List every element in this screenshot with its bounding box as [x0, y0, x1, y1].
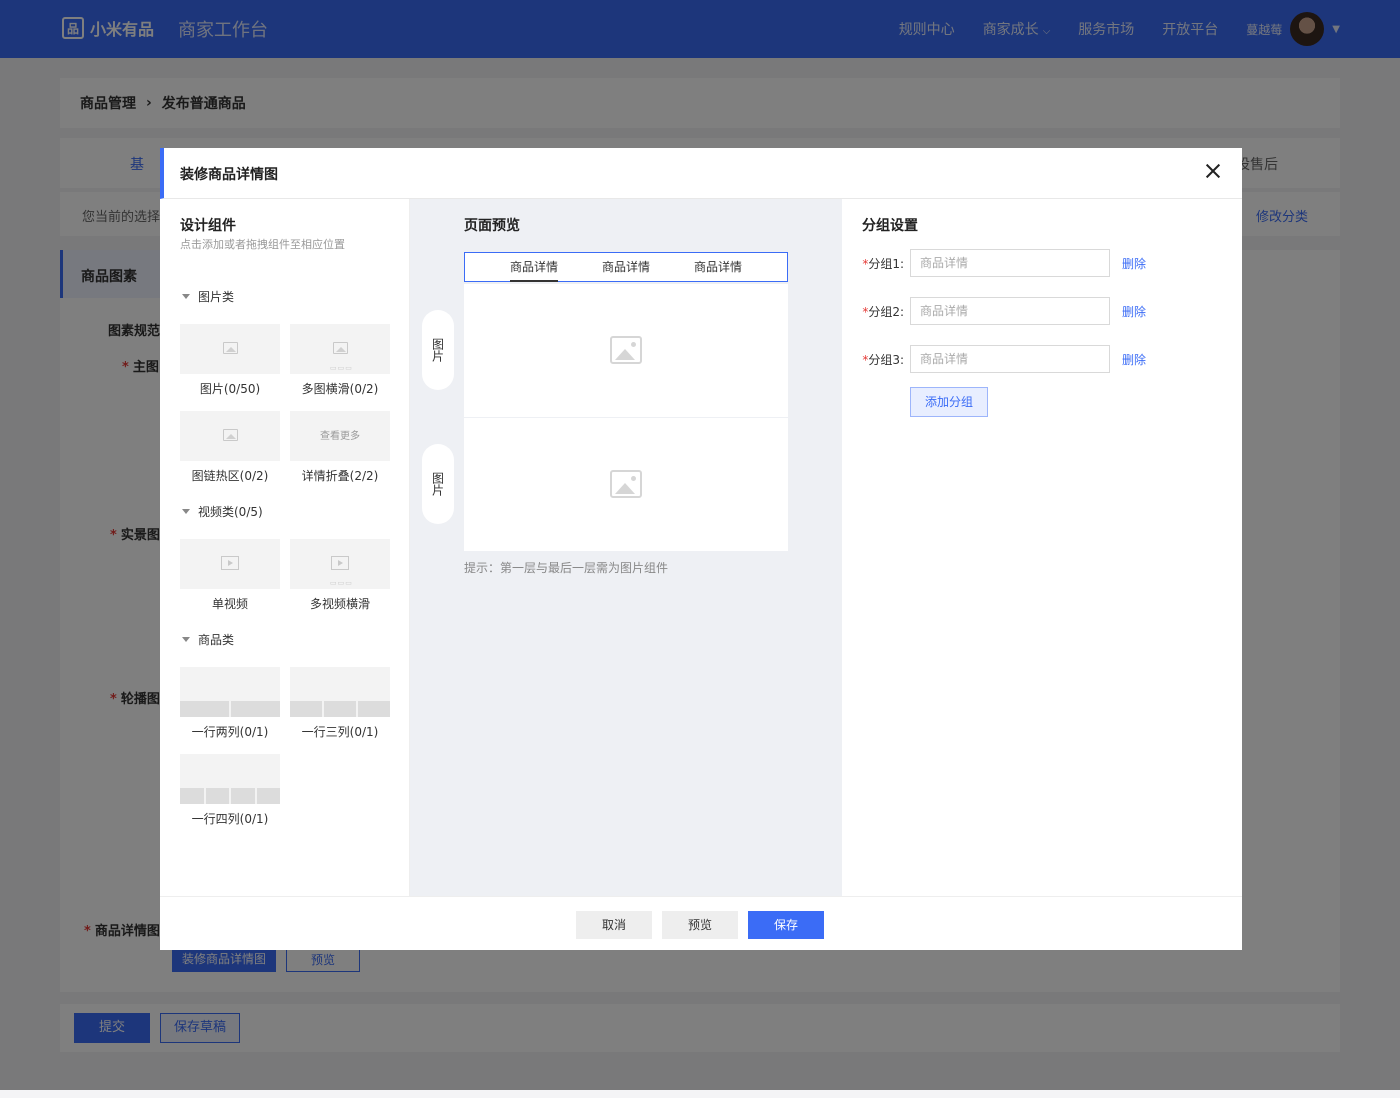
preview-title: 页面预览: [464, 218, 520, 234]
component-tile: [180, 411, 280, 461]
component-caption: 单视频: [211, 597, 248, 611]
component-tile: [180, 539, 280, 589]
component-caption: 一行三列(0/1): [301, 725, 379, 739]
component-caption: 一行两列(0/1): [191, 725, 269, 739]
column-grid: [180, 701, 280, 717]
group-image-label: 图片类: [198, 290, 235, 304]
column-grid: [290, 701, 390, 717]
group-label-text: 分组1:: [868, 256, 904, 271]
component-caption: 多视频横滑: [309, 597, 370, 611]
group-product[interactable]: 商品类: [182, 631, 234, 648]
component-image-hotspot[interactable]: 图链热区(0/2): [180, 411, 280, 484]
save-button[interactable]: 保存: [748, 911, 824, 939]
image-placeholder-icon: [610, 470, 642, 498]
component-tile: ▭▭▭: [290, 539, 390, 589]
component-four-columns[interactable]: 一行四列(0/1): [180, 754, 280, 827]
modal-footer: 取消 预览 保存: [160, 896, 1242, 950]
preview-image-block-1[interactable]: [464, 284, 788, 417]
bottom-strip: [0, 1090, 1400, 1098]
group-label: *分组3:: [860, 351, 904, 368]
delete-group-1-link[interactable]: 删除: [1122, 255, 1146, 272]
preview-button[interactable]: 预览: [662, 911, 738, 939]
preview-tab-1[interactable]: 商品详情: [509, 253, 558, 282]
preview-tab-2[interactable]: 商品详情: [602, 253, 650, 281]
cancel-button[interactable]: 取消: [576, 911, 652, 939]
view-more-text: 查看更多: [320, 431, 360, 442]
group-label: *分组1:: [860, 255, 904, 272]
pager-dots-icon: ▭▭▭: [330, 579, 353, 587]
image-icon: [223, 342, 238, 354]
modal-title: 装修商品详情图: [180, 167, 278, 183]
component-tile: [290, 667, 390, 717]
group-image[interactable]: 图片类: [182, 288, 234, 305]
modal-header: 装修商品详情图: [160, 148, 1242, 199]
add-group-button[interactable]: 添加分组: [910, 387, 988, 417]
component-single-video[interactable]: 单视频: [180, 539, 280, 612]
layer-pill-image-1[interactable]: 图片: [422, 310, 454, 390]
component-caption: 图片(0/50): [199, 382, 261, 396]
component-caption: 图链热区(0/2): [191, 469, 269, 483]
component-tile: ▭▭▭: [290, 324, 390, 374]
image-icon: [223, 429, 238, 441]
group-row-1: *分组1: 删除: [860, 249, 1146, 277]
preview-hint: 提示：第一层与最后一层需为图片组件: [464, 561, 669, 575]
component-caption: 多图横滑(0/2): [301, 382, 379, 396]
pager-dots-icon: ▭▭▭: [330, 364, 353, 372]
group-row-2: *分组2: 删除: [860, 297, 1146, 325]
footer-buttons: 取消 预览 保存: [576, 911, 824, 939]
component-detail-fold[interactable]: 查看更多 详情折叠(2/2): [290, 411, 390, 484]
group-label-text: 分组3:: [868, 352, 904, 367]
component-tile: [180, 667, 280, 717]
component-two-columns[interactable]: 一行两列(0/1): [180, 667, 280, 740]
group-label: *分组2:: [860, 303, 904, 320]
delete-group-2-link[interactable]: 删除: [1122, 303, 1146, 320]
group-product-label: 商品类: [198, 633, 235, 647]
video-icon: [331, 556, 349, 570]
component-multi-video-scroll[interactable]: ▭▭▭ 多视频横滑: [290, 539, 390, 612]
preview-panel: 页面预览 商品详情 商品详情 商品详情 图片 图片 提示：第一层与最后一层需为图…: [410, 199, 842, 896]
component-caption: 详情折叠(2/2): [301, 469, 379, 483]
preview-tabs: 商品详情 商品详情 商品详情: [464, 252, 788, 282]
group-name-input-3[interactable]: [910, 345, 1110, 373]
group-settings-title: 分组设置: [862, 218, 918, 234]
group-row-3: *分组3: 删除: [860, 345, 1146, 373]
group-name-input-1[interactable]: [910, 249, 1110, 277]
preview-image-block-2[interactable]: [464, 418, 788, 551]
components-title: 设计组件: [180, 218, 236, 234]
collapse-triangle-icon: [182, 509, 190, 514]
close-icon[interactable]: [1202, 160, 1224, 182]
components-subtitle: 点击添加或者拖拽组件至相应位置: [180, 238, 345, 251]
decorate-detail-modal: 装修商品详情图 设计组件 点击添加或者拖拽组件至相应位置 图片类 图片(0/50…: [160, 148, 1242, 950]
component-tile: [180, 324, 280, 374]
component-tile: 查看更多: [290, 411, 390, 461]
component-image[interactable]: 图片(0/50): [180, 324, 280, 397]
collapse-triangle-icon: [182, 294, 190, 299]
layer-pill-image-2[interactable]: 图片: [422, 444, 454, 524]
group-settings-panel: 分组设置 *分组1: 删除 *分组2: 删除 *分组3: 删除 添加分组: [842, 199, 1242, 896]
component-tile: [180, 754, 280, 804]
video-icon: [221, 556, 239, 570]
delete-group-3-link[interactable]: 删除: [1122, 351, 1146, 368]
preview-tab-3[interactable]: 商品详情: [694, 253, 742, 281]
column-grid: [180, 788, 280, 804]
component-three-columns[interactable]: 一行三列(0/1): [290, 667, 390, 740]
collapse-triangle-icon: [182, 637, 190, 642]
image-icon: [333, 342, 348, 354]
group-label-text: 分组2:: [868, 304, 904, 319]
component-multi-image-scroll[interactable]: ▭▭▭ 多图横滑(0/2): [290, 324, 390, 397]
group-video[interactable]: 视频类(0/5): [182, 503, 263, 520]
group-name-input-2[interactable]: [910, 297, 1110, 325]
components-panel: 设计组件 点击添加或者拖拽组件至相应位置 图片类 图片(0/50) ▭▭▭ 多图…: [160, 199, 410, 896]
group-video-label: 视频类(0/5): [198, 505, 263, 519]
image-placeholder-icon: [610, 336, 642, 364]
component-caption: 一行四列(0/1): [191, 812, 269, 826]
